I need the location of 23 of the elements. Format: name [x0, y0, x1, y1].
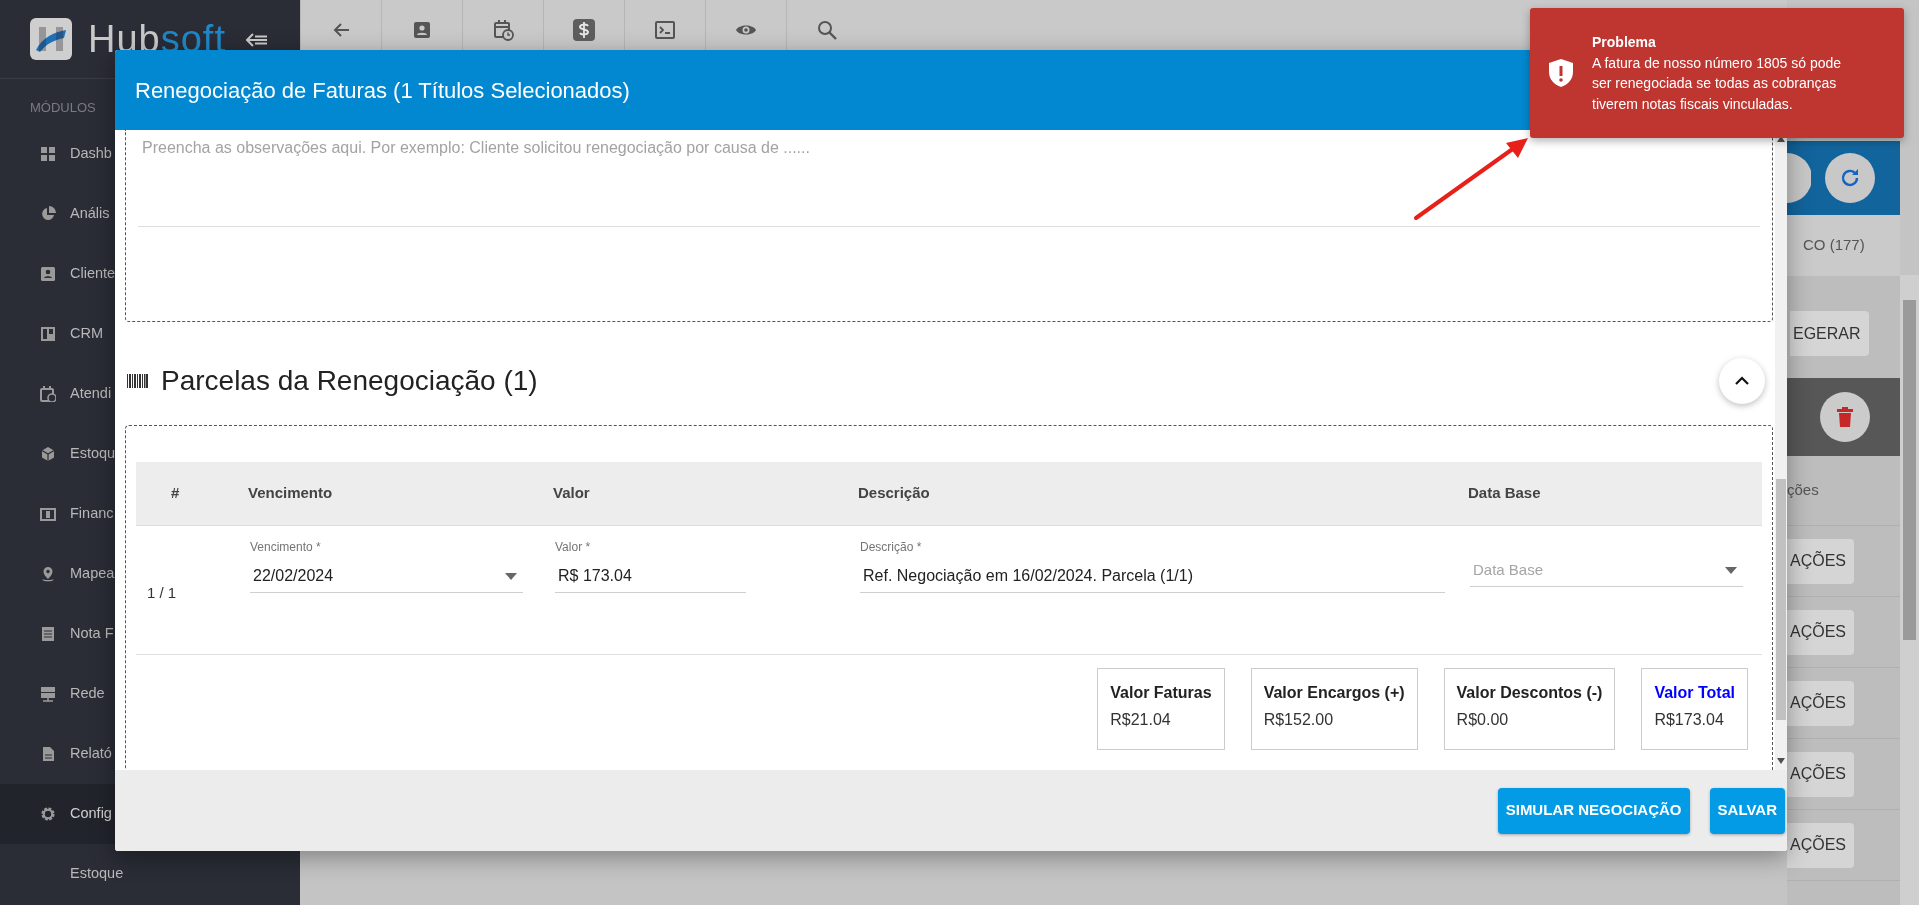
- total-label: Valor Descontos (-): [1456, 683, 1603, 703]
- total-label: Valor Encargos (+): [1263, 683, 1405, 703]
- column-header: Data Base: [1468, 483, 1541, 504]
- total-label: Valor Total: [1654, 683, 1735, 703]
- total-value: R$21.04: [1110, 710, 1172, 730]
- total-value: R$173.04: [1654, 710, 1725, 730]
- column-header: Vencimento: [248, 483, 333, 504]
- field-label: Descrição *: [860, 539, 923, 556]
- total-value: R$0.00: [1456, 710, 1510, 730]
- column-header: Descrição: [858, 483, 930, 504]
- section-label: MÓDULOS: [30, 100, 96, 115]
- modal-title: Renegociação de Faturas (1 Títulos Selecionados): [135, 76, 630, 105]
- row-number: 1 / 1: [147, 584, 177, 601]
- total-label: Valor Faturas: [1110, 683, 1212, 703]
- field-label: Valor *: [555, 539, 592, 556]
- column-header: ções: [1787, 480, 1819, 501]
- field-label: Vencimento *: [250, 539, 322, 556]
- total-value: R$152.00: [1263, 710, 1335, 730]
- section-title: Parcelas da Renegociação (1): [161, 363, 538, 398]
- toast-message: A fatura de nosso número 1805 só pode ser renegociada se todas as cobranças tiverem notas fiscais vinculadas.: [1592, 54, 1843, 114]
- column-header: Valor: [553, 483, 590, 504]
- column-header: #: [171, 483, 180, 504]
- toast-title: Problema: [1592, 33, 1657, 53]
